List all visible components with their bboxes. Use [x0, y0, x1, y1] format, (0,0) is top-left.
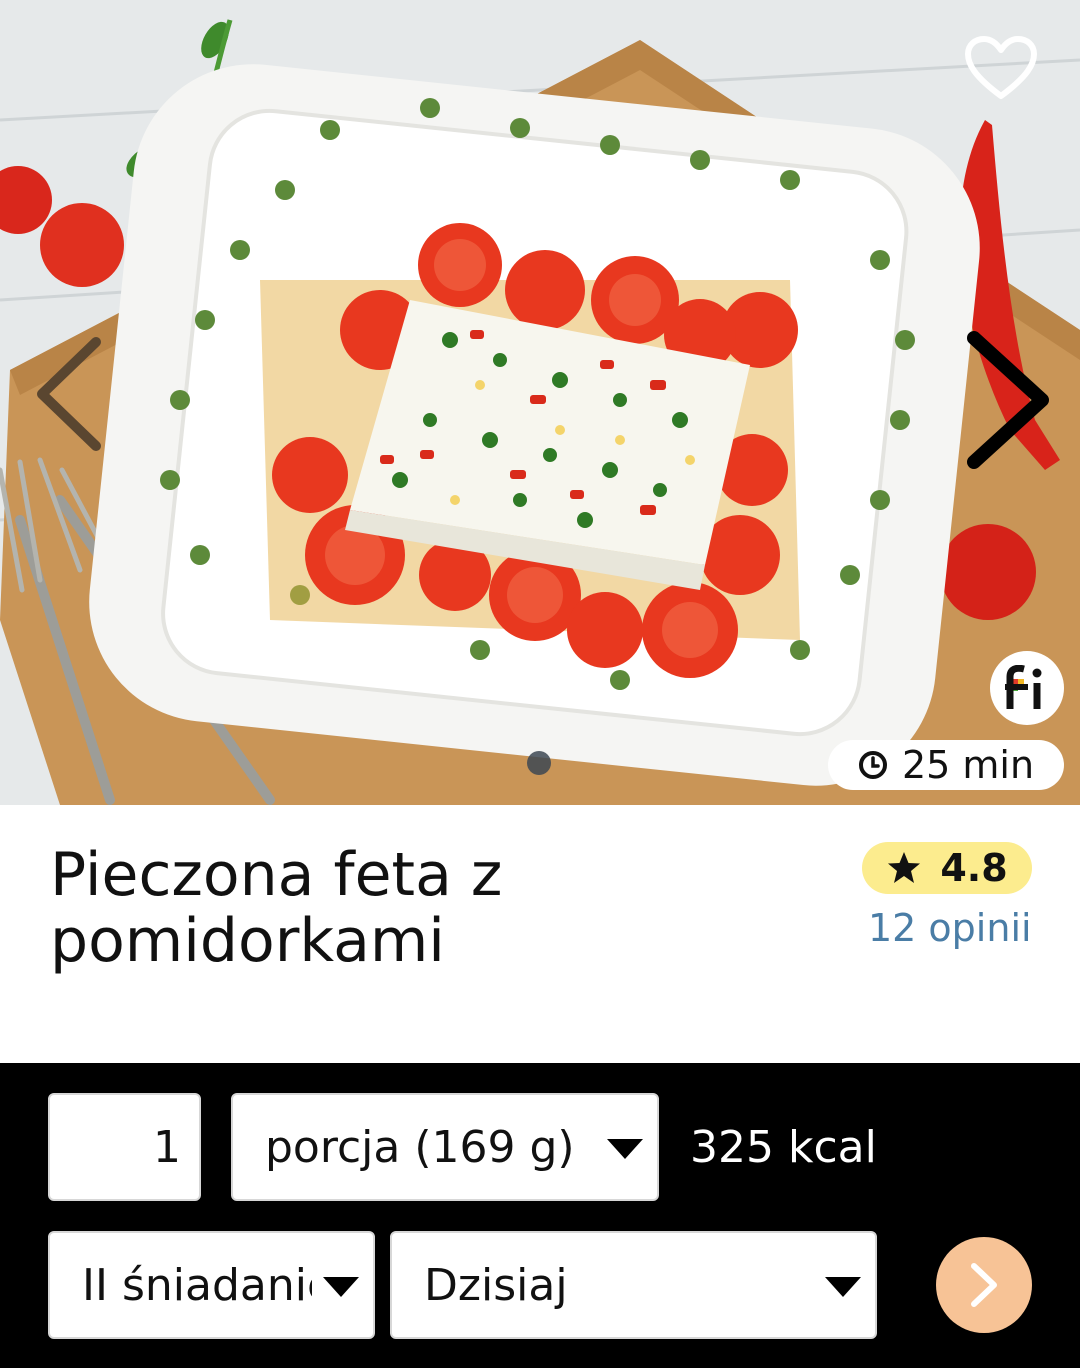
quantity-input[interactable]: 1 — [48, 1093, 201, 1201]
day-select[interactable]: Dzisiaj — [390, 1231, 877, 1339]
reviews-link[interactable]: 12 opinii — [868, 906, 1032, 950]
recipe-title: Pieczona feta z pomidorkami — [50, 840, 503, 976]
confirm-add-button[interactable] — [936, 1237, 1032, 1333]
chevron-right-icon[interactable] — [962, 330, 1058, 470]
heart-icon[interactable] — [964, 36, 1038, 102]
recipe-photo — [0, 0, 1080, 805]
rating-badge[interactable]: 4.8 — [862, 842, 1032, 894]
day-value: Dzisiaj — [424, 1259, 568, 1311]
quantity-value: 1 — [153, 1121, 181, 1173]
prep-time-badge: 25 min — [828, 740, 1064, 790]
prep-time-text: 25 min — [901, 743, 1035, 787]
recipe-photo-carousel[interactable]: 25 min — [0, 0, 1080, 805]
dropdown-arrow-icon — [825, 1277, 861, 1297]
chevron-right-icon — [971, 1263, 997, 1307]
clock-icon — [858, 751, 887, 779]
meal-select[interactable]: II śniadanie — [48, 1231, 375, 1339]
unit-value: porcja (169 g) — [265, 1121, 575, 1173]
rating-value: 4.8 — [940, 846, 1008, 890]
dropdown-arrow-icon — [607, 1139, 643, 1159]
chevron-left-icon[interactable] — [30, 334, 110, 454]
fitatu-logo — [990, 651, 1064, 725]
meal-value: II śniadanie — [82, 1259, 312, 1311]
dropdown-arrow-icon — [323, 1277, 359, 1297]
carousel-dot-active[interactable] — [527, 751, 551, 775]
star-icon — [888, 852, 921, 883]
calories-value: 325 kcal — [690, 1122, 877, 1173]
unit-select[interactable]: porcja (169 g) — [231, 1093, 659, 1201]
